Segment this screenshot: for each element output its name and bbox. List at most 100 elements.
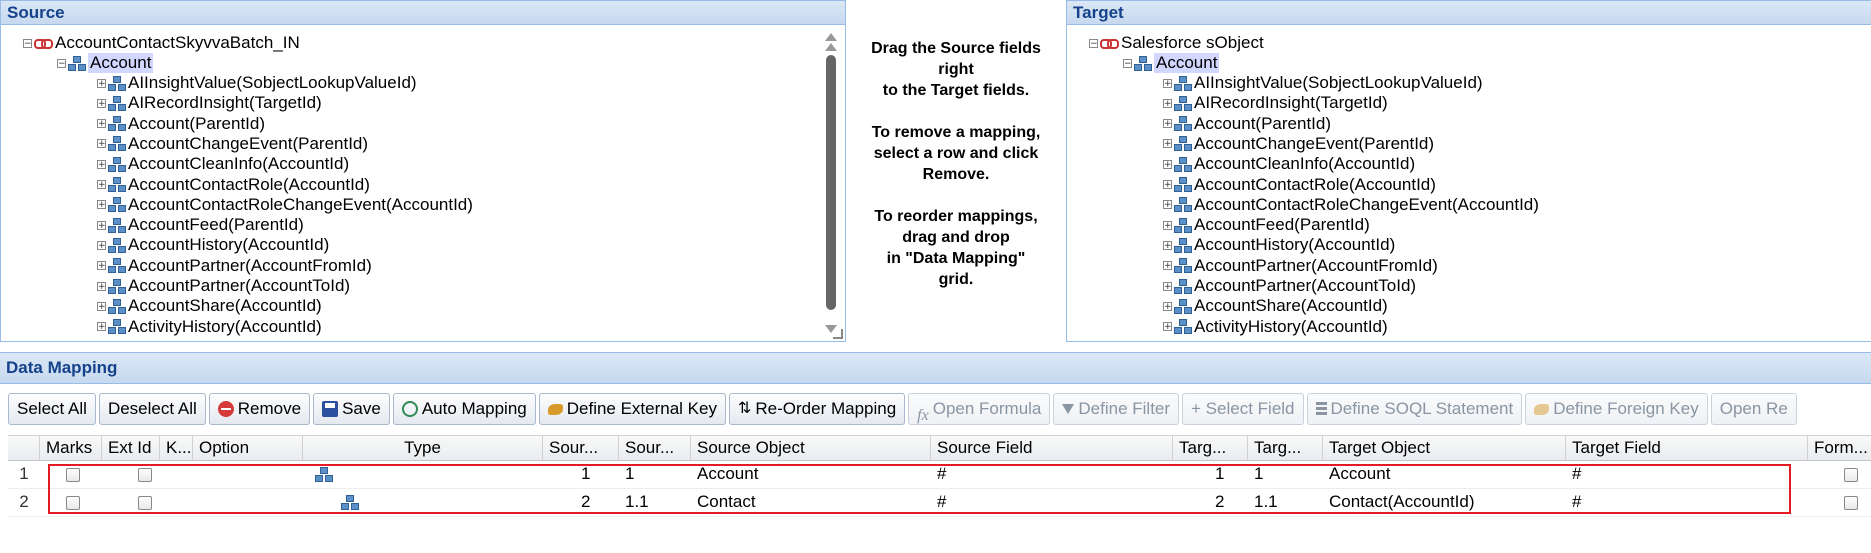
save-button[interactable]: Save <box>313 393 390 425</box>
target-tree-field[interactable]: + AccountChangeEvent(ParentId) <box>1163 134 1434 154</box>
open-re-button[interactable]: Open Re <box>1710 393 1797 425</box>
source-tree-field[interactable]: + AccountContactRoleChangeEvent(AccountId… <box>97 195 473 215</box>
col-marks[interactable]: Marks <box>40 436 102 460</box>
target-tree-field[interactable]: + AccountPartner(AccountToId) <box>1163 276 1416 296</box>
expand-icon[interactable]: + <box>97 159 106 169</box>
expand-icon[interactable]: + <box>97 139 106 149</box>
expand-icon[interactable]: + <box>97 240 106 250</box>
object-icon <box>1134 55 1152 71</box>
define-foreign-key-button[interactable]: Define Foreign Key <box>1525 393 1708 425</box>
formula-checkbox[interactable] <box>1844 467 1858 482</box>
select-field-button[interactable]: + Select Field <box>1182 393 1304 425</box>
expand-icon[interactable]: + <box>1163 200 1172 210</box>
col-ext-id[interactable]: Ext Id <box>102 436 160 460</box>
expand-icon[interactable]: + <box>1163 180 1172 190</box>
collapse-icon[interactable]: − <box>23 38 32 48</box>
col-option[interactable]: Option <box>193 436 303 460</box>
target-tree-field[interactable]: + Account(ParentId) <box>1163 114 1331 134</box>
expand-icon[interactable]: + <box>97 220 106 230</box>
expand-icon[interactable]: + <box>97 78 106 88</box>
expand-icon[interactable]: + <box>97 301 106 311</box>
expand-icon[interactable]: + <box>1163 119 1172 129</box>
col-target-seq[interactable]: Targ... <box>1173 436 1248 460</box>
expand-icon[interactable]: + <box>1163 322 1172 332</box>
data-mapping-title: Data Mapping <box>0 353 1871 384</box>
target-field-label: AIInsightValue(SobjectLookupValueId) <box>1194 73 1483 92</box>
target-tree-field[interactable]: + AccountContactRole(AccountId) <box>1163 175 1436 195</box>
expand-icon[interactable]: + <box>1163 139 1172 149</box>
target-tree-field[interactable]: + AccountCleanInfo(AccountId) <box>1163 154 1415 174</box>
expand-icon[interactable]: + <box>97 261 106 271</box>
source-tree-root[interactable]: − AccountContactSkyvvaBatch_IN <box>23 33 300 53</box>
expand-icon[interactable]: + <box>1163 240 1172 250</box>
target-tree-root[interactable]: − Salesforce sObject <box>1089 33 1264 53</box>
formula-checkbox[interactable] <box>1844 495 1858 510</box>
source-tree-field[interactable]: + AccountPartner(AccountToId) <box>97 276 350 296</box>
source-field-label: AccountContactRole(AccountId) <box>128 174 370 194</box>
source-tree-field[interactable]: + AIInsightValue(SobjectLookupValueId) <box>97 73 417 93</box>
expand-icon[interactable]: + <box>97 119 106 129</box>
resize-handle[interactable] <box>833 329 843 339</box>
target-tree-field[interactable]: + AccountShare(AccountId) <box>1163 296 1388 316</box>
data-mapping-toolbar: Select All Deselect All Remove Save Auto… <box>8 393 1797 427</box>
col-type[interactable]: Type <box>303 436 543 460</box>
collapse-icon[interactable]: − <box>57 58 66 68</box>
deselect-all-button[interactable]: Deselect All <box>98 393 206 425</box>
collapse-icon[interactable]: − <box>1089 38 1098 48</box>
scroll-up-icon[interactable] <box>825 33 837 41</box>
expand-icon[interactable]: + <box>97 180 106 190</box>
col-key[interactable]: K... <box>160 436 193 460</box>
define-soql-button[interactable]: Define SOQL Statement <box>1306 393 1523 425</box>
reorder-mapping-button[interactable]: ⇅ Re-Order Mapping <box>728 393 906 425</box>
scroll-thumb[interactable] <box>826 55 836 310</box>
expand-icon[interactable]: + <box>1163 159 1172 169</box>
target-tree-field[interactable]: + ActivityHistory(AccountId) <box>1163 317 1388 337</box>
target-tree-object[interactable]: − Account <box>1123 53 1220 73</box>
source-tree-field[interactable]: + AccountChangeEvent(ParentId) <box>97 134 368 154</box>
source-tree-field[interactable]: + AccountFeed(ParentId) <box>97 215 304 235</box>
define-filter-button[interactable]: Define Filter <box>1053 393 1180 425</box>
source-tree-field[interactable]: + AccountShare(AccountId) <box>97 296 322 316</box>
scroll-up-icon[interactable] <box>825 43 837 51</box>
col-source-seq[interactable]: Sour... <box>543 436 619 460</box>
source-scrollbar[interactable] <box>823 33 839 333</box>
target-tree-field[interactable]: + AccountContactRoleChangeEvent(AccountId… <box>1163 195 1539 215</box>
target-tree-field[interactable]: + AccountFeed(ParentId) <box>1163 215 1370 235</box>
define-foreign-key-label: Define Foreign Key <box>1553 399 1699 418</box>
expand-icon[interactable]: + <box>1163 220 1172 230</box>
expand-icon[interactable]: + <box>1163 261 1172 271</box>
auto-mapping-button[interactable]: Auto Mapping <box>392 393 536 425</box>
open-formula-button[interactable]: fx Open Formula <box>908 393 1051 425</box>
source-tree-object[interactable]: − Account <box>57 53 154 73</box>
col-source-path[interactable]: Sour... <box>619 436 691 460</box>
expand-icon[interactable]: + <box>97 322 106 332</box>
target-tree-field[interactable]: + AccountPartner(AccountFromId) <box>1163 256 1438 276</box>
define-external-key-button[interactable]: Define External Key <box>538 393 726 425</box>
col-target-path[interactable]: Targ... <box>1248 436 1323 460</box>
col-target-object[interactable]: Target Object <box>1323 436 1566 460</box>
expand-icon[interactable]: + <box>97 200 106 210</box>
source-tree-field[interactable]: + AccountHistory(AccountId) <box>97 235 329 255</box>
col-formula[interactable]: Form... <box>1808 436 1871 460</box>
expand-icon[interactable]: + <box>1163 281 1172 291</box>
source-tree-field[interactable]: + Account(ParentId) <box>97 114 265 134</box>
select-all-button[interactable]: Select All <box>8 393 96 425</box>
source-tree-field[interactable]: + AccountContactRole(AccountId) <box>97 175 370 195</box>
expand-icon[interactable]: + <box>1163 98 1172 108</box>
col-source-object[interactable]: Source Object <box>691 436 931 460</box>
col-source-field[interactable]: Source Field <box>931 436 1173 460</box>
target-tree-field[interactable]: + AccountHistory(AccountId) <box>1163 235 1395 255</box>
target-tree-field[interactable]: + AIInsightValue(SobjectLookupValueId) <box>1163 73 1483 93</box>
source-tree-field[interactable]: + AccountCleanInfo(AccountId) <box>97 154 349 174</box>
collapse-icon[interactable]: − <box>1123 58 1132 68</box>
col-target-field[interactable]: Target Field <box>1566 436 1808 460</box>
expand-icon[interactable]: + <box>97 281 106 291</box>
source-tree-field[interactable]: + AccountPartner(AccountFromId) <box>97 256 372 276</box>
expand-icon[interactable]: + <box>97 98 106 108</box>
expand-icon[interactable]: + <box>1163 301 1172 311</box>
expand-icon[interactable]: + <box>1163 78 1172 88</box>
source-tree-field[interactable]: + AIRecordInsight(TargetId) <box>97 93 322 113</box>
target-tree-field[interactable]: + AIRecordInsight(TargetId) <box>1163 93 1388 113</box>
remove-button[interactable]: Remove <box>208 393 311 425</box>
source-tree-field[interactable]: + ActivityHistory(AccountId) <box>97 317 322 337</box>
